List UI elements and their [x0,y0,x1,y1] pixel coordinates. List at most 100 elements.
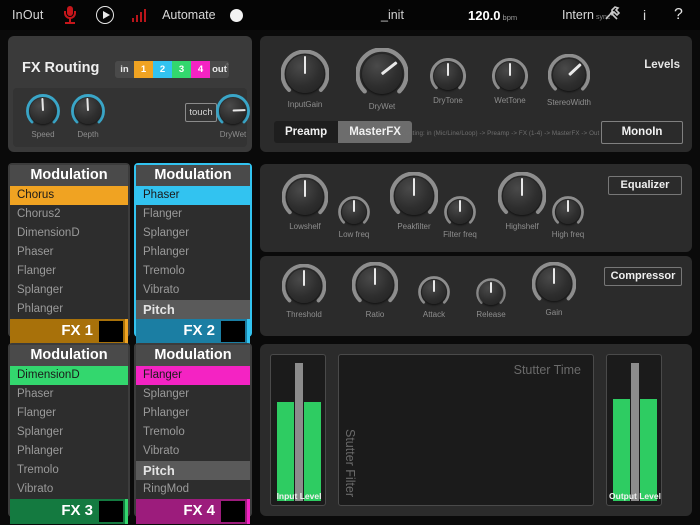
knob-drytone[interactable]: DryTone [430,58,466,105]
fx-routing-title: FX Routing [22,60,100,76]
fx-slot-3-footer[interactable]: FX 3 [10,499,128,524]
plugin-window: InOut Automate _init 120.0 bpm Intern sync… [0,0,700,525]
knob-threshold[interactable]: Threshold [282,264,326,319]
output-level-label: Output Level [609,491,661,501]
fx-chain-selector[interactable]: in 1 2 3 4 out [115,61,229,78]
preamp-masterfx-segment[interactable]: Preamp MasterFX [274,121,412,143]
fx-list-item[interactable]: Splanger [136,224,250,243]
knob-pointer [459,200,461,212]
monoin-button[interactable]: MonoIn [601,121,683,144]
input-meter-bar-left [277,401,294,501]
help-button[interactable]: ? [674,6,683,24]
chain-slot-3[interactable]: 3 [172,61,191,78]
fx-slot-bypass-button[interactable] [221,321,245,342]
knob-lowshelf[interactable]: Lowshelf [282,174,328,231]
preamp-button[interactable]: Preamp [274,121,339,143]
fx-list-item[interactable]: Phlanger [136,404,250,423]
inout-button[interactable]: InOut [12,8,44,22]
equalizer-title[interactable]: Equalizer [608,176,682,195]
knob-inputgain[interactable]: InputGain [281,50,329,109]
fx-list-item[interactable]: Tremolo [136,262,250,281]
fx-slot-4-category-header[interactable]: Modulation [136,345,250,366]
fx-list-item[interactable]: Flanger [10,404,128,423]
knob-pointer [508,62,512,76]
fx-category-pitch[interactable]: Pitch [136,300,250,319]
signal-bars-icon[interactable] [131,8,147,22]
fx-slot-label: FX 1 [61,322,93,339]
equalizer-panel: Equalizer Lowshelf Low freq Peakfilter Filt… [260,164,692,252]
fx-list-item[interactable]: Splanger [136,385,250,404]
fx-list-item[interactable]: Tremolo [136,423,250,442]
fx-list-item[interactable]: Splanger [10,281,128,300]
fx-list-item[interactable]: Flanger [136,205,250,224]
chain-slot-2[interactable]: 2 [153,61,172,78]
fx-slot-label: FX 4 [183,502,215,519]
knob-drywet[interactable]: DryWet [216,94,250,139]
fx-list-item[interactable]: Phlanger [136,243,250,262]
fx-list-item[interactable]: Splanger [10,423,128,442]
fx-slot-4-effect-list: Flanger Splanger Phlanger Tremolo Vibrato Pit… [136,366,250,499]
fx-list-item[interactable]: Chorus2 [10,205,128,224]
fx-list-item[interactable]: Vibrato [136,442,250,461]
fx-list-item[interactable]: RingMod [136,480,250,499]
record-dot-icon[interactable] [229,8,243,22]
output-meter-bar-left [613,398,630,501]
fx-list-item[interactable]: Chorus [10,186,128,205]
fx-slot-1-footer[interactable]: FX 1 [10,319,128,344]
knob-depth[interactable]: Depth [71,94,105,139]
fx-slot-3-category-header[interactable]: Modulation [10,345,128,366]
chain-in-label: in [115,61,134,78]
tools-icon[interactable] [604,6,621,24]
preset-name[interactable]: _init [381,8,404,22]
fx-slot-bypass-button[interactable] [221,501,245,522]
knob-peakfilter[interactable]: Peakfilter [390,172,438,231]
fx-slot-1-category-header[interactable]: Modulation [10,165,128,186]
stutter-xy-pad[interactable]: Stutter Time Stutter Filter [338,354,594,506]
chain-slot-1[interactable]: 1 [134,61,153,78]
knob-drywet[interactable]: DryWet [356,48,408,111]
sync-mode-label: Intern [562,8,594,22]
knob-release[interactable]: Release [476,278,506,319]
knob-ratio[interactable]: Ratio [352,262,398,319]
fx-slot-1-effect-list: Chorus Chorus2 DimensionD Phaser Flanger Spla… [10,186,128,319]
fx-list-item[interactable]: Flanger [10,262,128,281]
knob-filter-freq[interactable]: Filter freq [443,196,477,239]
fx-slot-3-effect-list: DimensionD Phaser Flanger Splanger Phlanger T… [10,366,128,499]
fx-list-item[interactable]: Phaser [10,385,128,404]
output-meter-stem [631,363,639,501]
knob-wettone[interactable]: WetTone [492,58,528,105]
knob-pointer [412,178,416,196]
fx-list-item[interactable]: Phlanger [10,300,128,319]
knob-label: Depth [77,130,99,139]
microphone-icon[interactable] [62,4,78,26]
knob-stereowidth[interactable]: StereoWidth [547,54,591,107]
fx-slot-bypass-button[interactable] [99,321,123,342]
knob-speed[interactable]: Speed [26,94,60,139]
fx-list-item[interactable]: Vibrato [136,281,250,300]
fx-list-item[interactable]: DimensionD [10,366,128,385]
knob-highshelf[interactable]: Highshelf [498,172,546,231]
fx-list-item[interactable]: Tremolo [10,461,128,480]
knob-attack[interactable]: Attack [418,276,450,319]
fx-slot-bypass-button[interactable] [99,501,123,522]
fx-list-item[interactable]: Phlanger [10,442,128,461]
knob-gain[interactable]: Gain [532,262,576,317]
fx-list-item[interactable]: Phaser [136,186,250,205]
info-button[interactable]: i [643,7,646,23]
arrow-up-icon[interactable]: ↑ [224,58,231,73]
play-circle-icon[interactable] [95,6,114,24]
fx-category-pitch[interactable]: Pitch [136,461,250,480]
fx-list-item[interactable]: Vibrato [10,480,128,499]
automate-button[interactable]: Automate [162,8,216,22]
compressor-title[interactable]: Compressor [604,267,682,286]
fx-list-item[interactable]: Phaser [10,243,128,262]
fx-slot-4-footer[interactable]: FX 4 [136,499,250,524]
fx-list-item[interactable]: DimensionD [10,224,128,243]
chain-slot-4[interactable]: 4 [191,61,210,78]
knob-high-freq[interactable]: High freq [552,196,584,239]
fx-list-item[interactable]: Flanger [136,366,250,385]
touch-button[interactable]: touch [185,103,217,122]
bpm-display[interactable]: 120.0 bpm [468,8,517,23]
fx-slot-2-footer[interactable]: FX 2 [136,319,250,344]
fx-slot-2-category-header[interactable]: Modulation [136,165,250,186]
